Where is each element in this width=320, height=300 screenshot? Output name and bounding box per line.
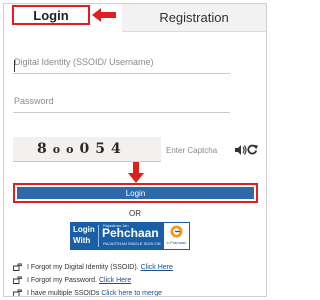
epramaan-logo-icon xyxy=(170,225,183,238)
pointing-hand-icon xyxy=(13,263,22,271)
help-links: I Forgot my Digital Identity (SSOID). Cl… xyxy=(13,262,263,297)
speaker-icon[interactable] xyxy=(235,145,247,155)
list-item: I Forgot my Password. Click Here xyxy=(13,275,263,287)
text-cursor xyxy=(14,60,15,72)
tab-login[interactable]: Login xyxy=(12,5,90,25)
captcha-input[interactable] xyxy=(165,141,232,159)
epramaan-badge: e-Pramaan xyxy=(164,223,189,249)
username-input[interactable] xyxy=(13,51,230,74)
captcha-char: 4 xyxy=(110,141,127,157)
list-item: I Forgot my Digital Identity (SSOID). Cl… xyxy=(13,262,263,274)
pointing-hand-icon xyxy=(13,276,22,284)
login-button-label: Login xyxy=(125,188,146,198)
captcha-char: 0 xyxy=(79,141,96,157)
tab-registration[interactable]: Registration xyxy=(122,4,266,32)
pointing-hand-icon xyxy=(13,289,22,296)
jan-pehchaan-subtitle: RAJASTHAN SINGLE SIGN ON xyxy=(103,241,161,246)
captcha-char: 8 xyxy=(37,141,53,157)
tab-bar: Login Registration xyxy=(4,4,266,32)
merge-ssoids-link[interactable]: Click here to merge xyxy=(101,290,162,296)
list-item: I have multiple SSOIDs Click here to mer… xyxy=(13,288,263,297)
divider xyxy=(98,225,99,247)
login-with-line2: With xyxy=(73,236,91,245)
red-arrow-left-icon xyxy=(92,8,116,22)
tab-registration-label: Registration xyxy=(159,10,229,25)
login-button-highlight: Login xyxy=(13,183,258,203)
captcha-text: 8oo054 xyxy=(37,141,127,157)
help-text: I Forgot my Digital Identity (SSOID). xyxy=(27,264,141,271)
forgot-ssoid-link[interactable]: Click Here xyxy=(141,264,173,271)
captcha-char: o xyxy=(66,143,80,156)
jan-pehchaan-login-button[interactable]: Login With Rajasthan Jan Pehchaan RAJAST… xyxy=(70,222,190,250)
login-button[interactable]: Login xyxy=(17,187,254,199)
jan-pehchaan-name: Pehchaan xyxy=(102,226,159,240)
captcha-char: o xyxy=(52,143,67,156)
login-with-text: Login With xyxy=(73,224,95,246)
red-arrow-down-icon xyxy=(128,162,144,183)
or-divider: OR xyxy=(129,209,141,218)
login-with-line1: Login xyxy=(73,225,95,234)
login-panel: Login Registration 8oo054 Login OR xyxy=(3,3,267,297)
help-text: I have multiple SSOIDs xyxy=(27,290,102,297)
help-text: I Forgot my Password. xyxy=(27,277,99,284)
epramaan-label: e-Pramaan xyxy=(166,240,187,245)
refresh-icon[interactable] xyxy=(247,144,258,155)
forgot-password-link[interactable]: Click Here xyxy=(99,277,131,284)
tab-login-label: Login xyxy=(33,7,69,23)
captcha-char: 5 xyxy=(95,141,111,157)
password-input[interactable] xyxy=(13,90,230,113)
captcha-image: 8oo054 xyxy=(13,137,161,162)
